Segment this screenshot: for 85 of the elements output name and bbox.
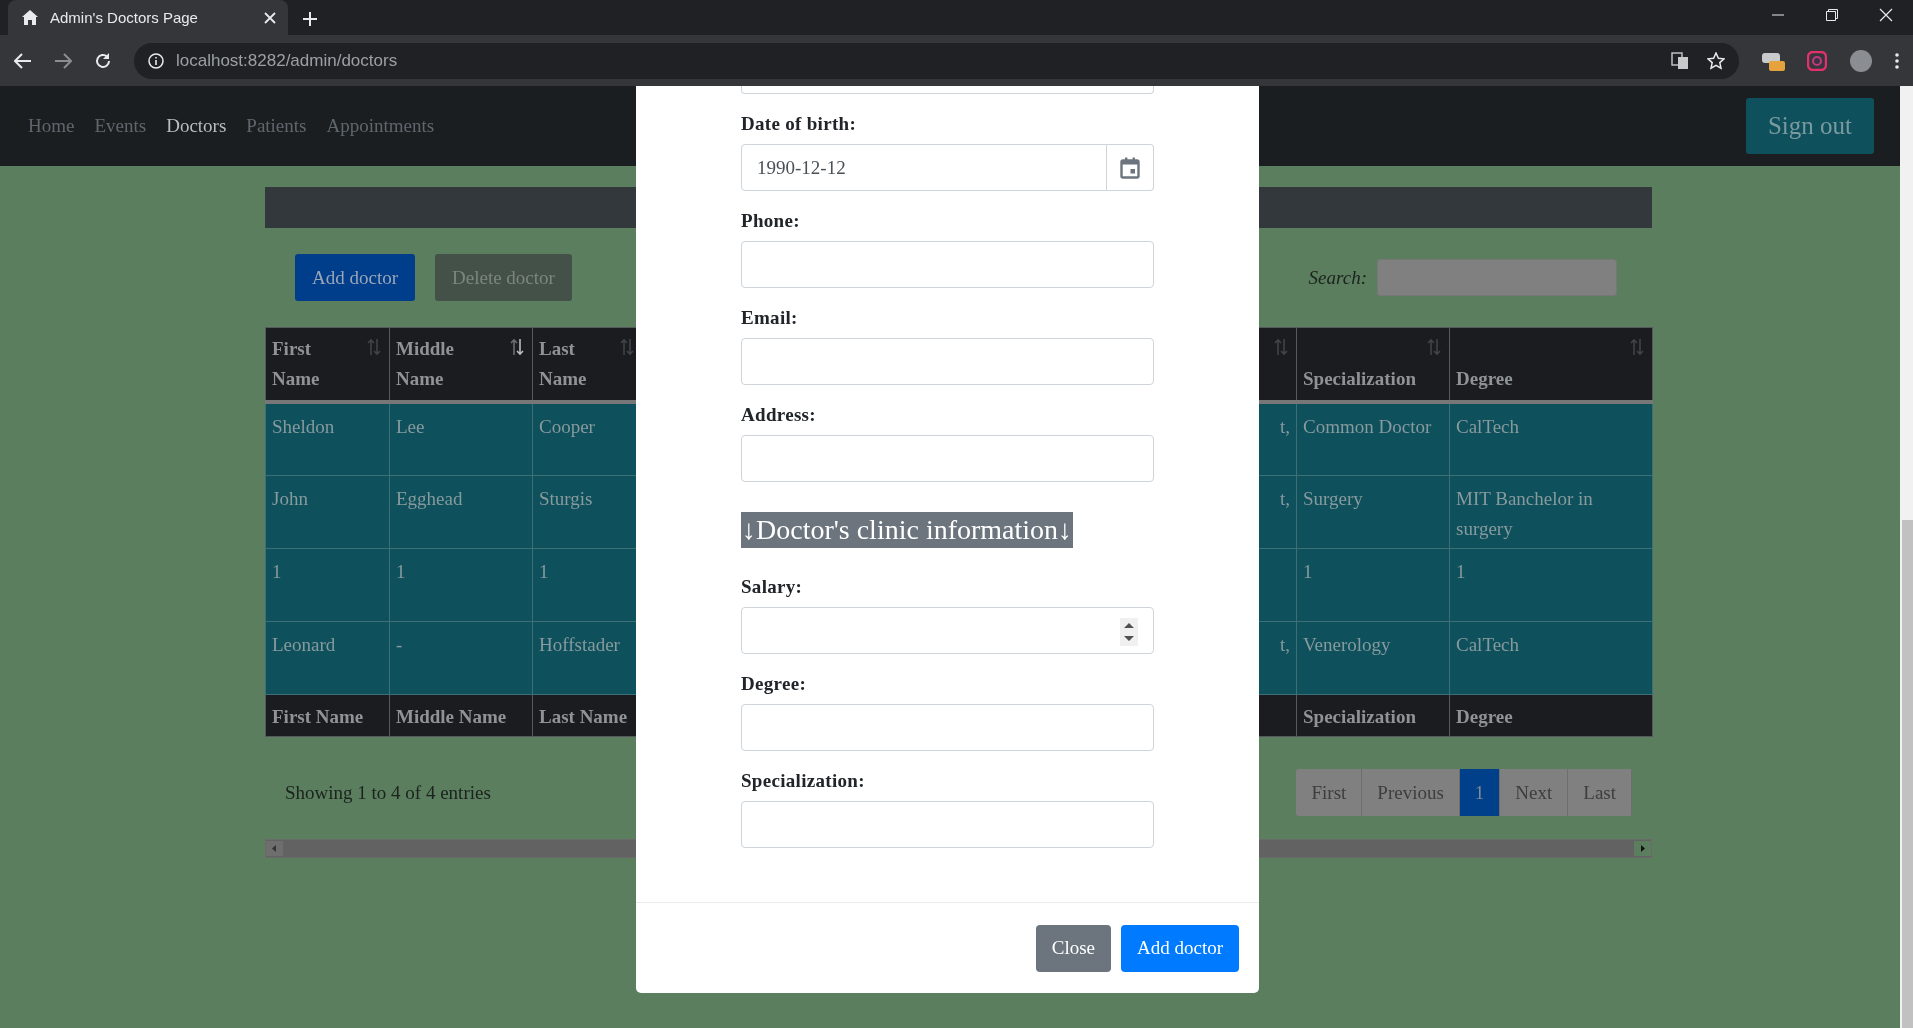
page-button[interactable]: Last bbox=[1568, 769, 1632, 816]
text-field[interactable] bbox=[741, 86, 1154, 94]
table-cell: Surgery bbox=[1296, 475, 1450, 548]
table-cell: MIT Banchelor in surgery bbox=[1449, 475, 1653, 548]
entries-info: Showing 1 to 4 of 4 entries bbox=[285, 781, 491, 804]
close-icon[interactable] bbox=[1879, 8, 1893, 22]
sort-icon bbox=[1427, 338, 1441, 356]
spinner-icon[interactable] bbox=[1120, 618, 1138, 646]
nav-link[interactable]: Events bbox=[94, 115, 147, 137]
table-cell: Egghead bbox=[389, 475, 533, 548]
close-icon[interactable] bbox=[264, 11, 276, 24]
field-label: Phone: bbox=[741, 210, 801, 232]
translate-icon[interactable] bbox=[1671, 51, 1689, 70]
nav-link[interactable]: Appointments bbox=[326, 115, 435, 137]
menu-icon[interactable] bbox=[1895, 52, 1899, 69]
table-cell: Sheldon bbox=[265, 402, 390, 475]
restore-icon[interactable] bbox=[1825, 8, 1839, 22]
close-button[interactable]: Close bbox=[1035, 924, 1111, 972]
page-button[interactable]: Next bbox=[1500, 769, 1569, 816]
new-tab-icon[interactable] bbox=[302, 11, 318, 27]
section-heading: ↓Doctor's clinic information↓ bbox=[741, 512, 1074, 548]
field-label: Email: bbox=[741, 307, 799, 329]
page-button[interactable]: First bbox=[1296, 769, 1363, 816]
column-footer: Specialization bbox=[1296, 694, 1450, 736]
field-label: Address: bbox=[741, 404, 817, 426]
table-cell: 1 bbox=[1296, 548, 1450, 621]
back-icon[interactable] bbox=[14, 52, 32, 69]
avatar-icon[interactable] bbox=[1849, 48, 1873, 73]
table-cell: CalTech bbox=[1449, 621, 1653, 694]
table-cell: - bbox=[389, 621, 533, 694]
url-text[interactable]: localhost:8282/admin/doctors bbox=[176, 50, 398, 71]
nav-link[interactable]: Home bbox=[28, 115, 75, 137]
page-button[interactable]: Previous bbox=[1362, 769, 1460, 816]
column-header[interactable]: Middle Name bbox=[389, 327, 533, 402]
table-cell: 1 bbox=[389, 548, 533, 621]
forward-icon[interactable] bbox=[54, 52, 72, 69]
scrollbar-thumb[interactable] bbox=[1902, 520, 1913, 1028]
table-cell: Venerology bbox=[1296, 621, 1450, 694]
field-label: Salary: bbox=[741, 576, 804, 598]
table-cell: Leonard bbox=[265, 621, 390, 694]
field-label: Date of birth: bbox=[741, 113, 857, 135]
search-field[interactable] bbox=[1377, 259, 1617, 296]
sort-icon bbox=[510, 338, 524, 356]
table-cell: Lee bbox=[389, 402, 533, 475]
camera-icon[interactable] bbox=[1807, 50, 1827, 71]
field-label: Degree: bbox=[741, 673, 808, 695]
home-icon bbox=[22, 10, 38, 25]
text-field[interactable] bbox=[741, 338, 1154, 385]
calendar-icon bbox=[1120, 156, 1140, 179]
column-footer: Degree bbox=[1449, 694, 1653, 736]
column-header[interactable]: Specialization bbox=[1296, 327, 1450, 402]
column-footer: First Name bbox=[265, 694, 390, 736]
calendar-button[interactable] bbox=[1107, 144, 1154, 191]
sort-icon bbox=[1630, 338, 1644, 356]
add-button[interactable]: Add doctor bbox=[295, 254, 415, 301]
table-cell: Common Doctor bbox=[1296, 402, 1450, 475]
info-icon[interactable] bbox=[148, 52, 164, 69]
table-cell: 1 bbox=[1449, 548, 1653, 621]
nav-link[interactable]: Doctors bbox=[166, 115, 227, 137]
sort-icon bbox=[620, 338, 634, 356]
number-field[interactable] bbox=[741, 607, 1154, 654]
sort-icon bbox=[367, 338, 381, 356]
text-field[interactable] bbox=[741, 435, 1154, 482]
address-bar[interactable]: localhost:8282/admin/doctors bbox=[134, 42, 1739, 79]
date-field[interactable]: 1990-12-12 bbox=[741, 144, 1107, 191]
star-icon[interactable] bbox=[1707, 51, 1725, 70]
table-cell: CalTech bbox=[1449, 402, 1653, 475]
nav-link[interactable]: Patients bbox=[246, 115, 307, 137]
field-label: Specialization: bbox=[741, 770, 866, 792]
column-header[interactable]: Degree bbox=[1449, 327, 1653, 402]
add-button[interactable]: Add doctor bbox=[1121, 924, 1239, 972]
sort-icon bbox=[1274, 338, 1288, 356]
table-cell: 1 bbox=[265, 548, 390, 621]
column-header[interactable]: First Name bbox=[265, 327, 390, 402]
reload-icon[interactable] bbox=[94, 51, 112, 70]
column-footer: Middle Name bbox=[389, 694, 533, 736]
table-cell: John bbox=[265, 475, 390, 548]
browser-tab[interactable]: Admin's Doctors Page bbox=[8, 0, 288, 35]
vertical-scrollbar[interactable] bbox=[1900, 86, 1913, 1028]
text-field[interactable] bbox=[741, 241, 1154, 288]
page-button[interactable]: 1 bbox=[1459, 769, 1501, 816]
search-label: Search: bbox=[1308, 266, 1367, 289]
text-field[interactable] bbox=[741, 704, 1154, 751]
sign-out-button[interactable]: Sign out bbox=[1745, 98, 1874, 154]
text-field[interactable] bbox=[741, 801, 1154, 848]
